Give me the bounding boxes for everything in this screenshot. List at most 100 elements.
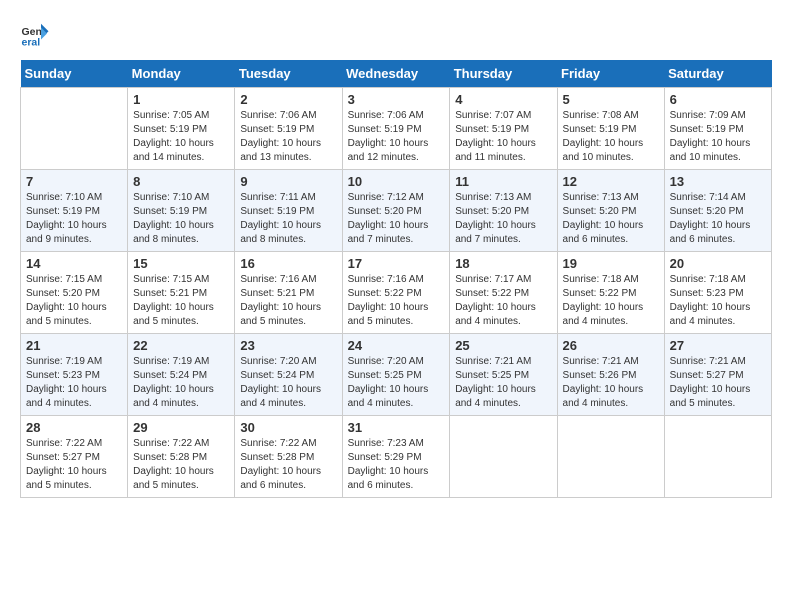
calendar-week-row: 7 Sunrise: 7:10 AMSunset: 5:19 PMDaylight… xyxy=(21,170,772,252)
calendar-cell: 12 Sunrise: 7:13 AMSunset: 5:20 PMDayligh… xyxy=(557,170,664,252)
logo-icon: Gen eral xyxy=(20,20,50,50)
calendar-cell: 6 Sunrise: 7:09 AMSunset: 5:19 PMDaylight… xyxy=(664,88,771,170)
calendar-cell: 25Sunrise: 7:21 AMSunset: 5:25 PMDayligh… xyxy=(450,334,557,416)
calendar-cell: 17 Sunrise: 7:16 AMSunset: 5:22 PMDayligh… xyxy=(342,252,450,334)
day-info: Sunrise: 7:18 AMSunset: 5:22 PMDaylight:… xyxy=(563,273,659,329)
day-number: 23 xyxy=(240,338,336,353)
day-info: Sunrise: 7:17 AMSunset: 5:22 PMDaylight:… xyxy=(455,273,551,329)
day-number: 7 xyxy=(26,174,122,189)
calendar-cell: 24Sunrise: 7:20 AMSunset: 5:25 PMDayligh… xyxy=(342,334,450,416)
day-info: Sunrise: 7:11 AMSunset: 5:19 PMDaylight:… xyxy=(240,191,336,247)
day-number: 28 xyxy=(26,420,122,435)
calendar-cell: 15Sunrise: 7:15 AMSunset: 5:21 PMDayligh… xyxy=(128,252,235,334)
day-number: 21 xyxy=(26,338,122,353)
day-number: 9 xyxy=(240,174,336,189)
day-info: Sunrise: 7:06 AMSunset: 5:19 PMDaylight:… xyxy=(348,109,445,165)
calendar-cell: 18 Sunrise: 7:17 AMSunset: 5:22 PMDayligh… xyxy=(450,252,557,334)
calendar-cell: 5 Sunrise: 7:08 AMSunset: 5:19 PMDaylight… xyxy=(557,88,664,170)
day-info: Sunrise: 7:22 AMSunset: 5:28 PMDaylight:… xyxy=(133,437,229,493)
day-number: 18 xyxy=(455,256,551,271)
day-info: Sunrise: 7:07 AMSunset: 5:19 PMDaylight:… xyxy=(455,109,551,165)
day-number: 31 xyxy=(348,420,445,435)
day-info: Sunrise: 7:16 AMSunset: 5:22 PMDaylight:… xyxy=(348,273,445,329)
day-number: 12 xyxy=(563,174,659,189)
day-number: 13 xyxy=(670,174,766,189)
calendar-cell: 4 Sunrise: 7:07 AMSunset: 5:19 PMDaylight… xyxy=(450,88,557,170)
calendar-cell: 14 Sunrise: 7:15 AMSunset: 5:20 PMDayligh… xyxy=(21,252,128,334)
day-number: 4 xyxy=(455,92,551,107)
calendar-cell: 9 Sunrise: 7:11 AMSunset: 5:19 PMDaylight… xyxy=(235,170,342,252)
calendar-cell: 10 Sunrise: 7:12 AMSunset: 5:20 PMDayligh… xyxy=(342,170,450,252)
header-thursday: Thursday xyxy=(450,60,557,88)
header-wednesday: Wednesday xyxy=(342,60,450,88)
calendar-cell xyxy=(450,416,557,498)
day-info: Sunrise: 7:21 AMSunset: 5:26 PMDaylight:… xyxy=(563,355,659,411)
header-monday: Monday xyxy=(128,60,235,88)
calendar-cell xyxy=(664,416,771,498)
calendar-week-row: 21 Sunrise: 7:19 AMSunset: 5:23 PMDayligh… xyxy=(21,334,772,416)
day-number: 10 xyxy=(348,174,445,189)
calendar-cell: 26 Sunrise: 7:21 AMSunset: 5:26 PMDayligh… xyxy=(557,334,664,416)
day-info: Sunrise: 7:14 AMSunset: 5:20 PMDaylight:… xyxy=(670,191,766,247)
day-number: 6 xyxy=(670,92,766,107)
calendar-cell: 13 Sunrise: 7:14 AMSunset: 5:20 PMDayligh… xyxy=(664,170,771,252)
day-info: Sunrise: 7:13 AMSunset: 5:20 PMDaylight:… xyxy=(563,191,659,247)
day-info: Sunrise: 7:13 AMSunset: 5:20 PMDaylight:… xyxy=(455,191,551,247)
calendar-cell: 1Sunrise: 7:05 AMSunset: 5:19 PMDaylight… xyxy=(128,88,235,170)
day-number: 2 xyxy=(240,92,336,107)
day-info: Sunrise: 7:20 AMSunset: 5:25 PMDaylight:… xyxy=(348,355,445,411)
day-number: 1 xyxy=(133,92,229,107)
day-info: Sunrise: 7:20 AMSunset: 5:24 PMDaylight:… xyxy=(240,355,336,411)
calendar-cell: 19 Sunrise: 7:18 AMSunset: 5:22 PMDayligh… xyxy=(557,252,664,334)
calendar-cell: 20Sunrise: 7:18 AMSunset: 5:23 PMDayligh… xyxy=(664,252,771,334)
day-number: 14 xyxy=(26,256,122,271)
day-info: Sunrise: 7:21 AMSunset: 5:25 PMDaylight:… xyxy=(455,355,551,411)
header-saturday: Saturday xyxy=(664,60,771,88)
day-number: 5 xyxy=(563,92,659,107)
calendar-cell: 31 Sunrise: 7:23 AMSunset: 5:29 PMDayligh… xyxy=(342,416,450,498)
calendar-week-row: 1Sunrise: 7:05 AMSunset: 5:19 PMDaylight… xyxy=(21,88,772,170)
calendar-cell: 28 Sunrise: 7:22 AMSunset: 5:27 PMDayligh… xyxy=(21,416,128,498)
day-info: Sunrise: 7:10 AMSunset: 5:19 PMDaylight:… xyxy=(133,191,229,247)
day-info: Sunrise: 7:10 AMSunset: 5:19 PMDaylight:… xyxy=(26,191,122,247)
day-number: 29 xyxy=(133,420,229,435)
day-info: Sunrise: 7:15 AMSunset: 5:20 PMDaylight:… xyxy=(26,273,122,329)
calendar-cell: 8 Sunrise: 7:10 AMSunset: 5:19 PMDaylight… xyxy=(128,170,235,252)
calendar-header-row: SundayMondayTuesdayWednesdayThursdayFrid… xyxy=(21,60,772,88)
day-number: 22 xyxy=(133,338,229,353)
day-info: Sunrise: 7:08 AMSunset: 5:19 PMDaylight:… xyxy=(563,109,659,165)
calendar-cell: 3Sunrise: 7:06 AMSunset: 5:19 PMDaylight… xyxy=(342,88,450,170)
header-friday: Friday xyxy=(557,60,664,88)
header-sunday: Sunday xyxy=(21,60,128,88)
day-number: 27 xyxy=(670,338,766,353)
day-number: 26 xyxy=(563,338,659,353)
day-info: Sunrise: 7:15 AMSunset: 5:21 PMDaylight:… xyxy=(133,273,229,329)
day-info: Sunrise: 7:16 AMSunset: 5:21 PMDaylight:… xyxy=(240,273,336,329)
calendar-cell: 30Sunrise: 7:22 AMSunset: 5:28 PMDayligh… xyxy=(235,416,342,498)
day-number: 17 xyxy=(348,256,445,271)
calendar-cell: 23 Sunrise: 7:20 AMSunset: 5:24 PMDayligh… xyxy=(235,334,342,416)
day-number: 8 xyxy=(133,174,229,189)
calendar-cell: 7 Sunrise: 7:10 AMSunset: 5:19 PMDaylight… xyxy=(21,170,128,252)
day-info: Sunrise: 7:09 AMSunset: 5:19 PMDaylight:… xyxy=(670,109,766,165)
calendar-cell xyxy=(21,88,128,170)
day-info: Sunrise: 7:19 AMSunset: 5:23 PMDaylight:… xyxy=(26,355,122,411)
day-number: 30 xyxy=(240,420,336,435)
day-info: Sunrise: 7:22 AMSunset: 5:27 PMDaylight:… xyxy=(26,437,122,493)
day-info: Sunrise: 7:06 AMSunset: 5:19 PMDaylight:… xyxy=(240,109,336,165)
logo: Gen eral xyxy=(20,20,54,50)
calendar-cell: 11 Sunrise: 7:13 AMSunset: 5:20 PMDayligh… xyxy=(450,170,557,252)
calendar-cell: 21 Sunrise: 7:19 AMSunset: 5:23 PMDayligh… xyxy=(21,334,128,416)
calendar-cell: 2 Sunrise: 7:06 AMSunset: 5:19 PMDaylight… xyxy=(235,88,342,170)
day-info: Sunrise: 7:23 AMSunset: 5:29 PMDaylight:… xyxy=(348,437,445,493)
day-info: Sunrise: 7:19 AMSunset: 5:24 PMDaylight:… xyxy=(133,355,229,411)
header: Gen eral xyxy=(20,20,772,50)
day-info: Sunrise: 7:12 AMSunset: 5:20 PMDaylight:… xyxy=(348,191,445,247)
day-number: 11 xyxy=(455,174,551,189)
calendar-cell: 22 Sunrise: 7:19 AMSunset: 5:24 PMDayligh… xyxy=(128,334,235,416)
header-tuesday: Tuesday xyxy=(235,60,342,88)
calendar-cell: 27 Sunrise: 7:21 AMSunset: 5:27 PMDayligh… xyxy=(664,334,771,416)
calendar-week-row: 28 Sunrise: 7:22 AMSunset: 5:27 PMDayligh… xyxy=(21,416,772,498)
day-info: Sunrise: 7:21 AMSunset: 5:27 PMDaylight:… xyxy=(670,355,766,411)
day-number: 19 xyxy=(563,256,659,271)
